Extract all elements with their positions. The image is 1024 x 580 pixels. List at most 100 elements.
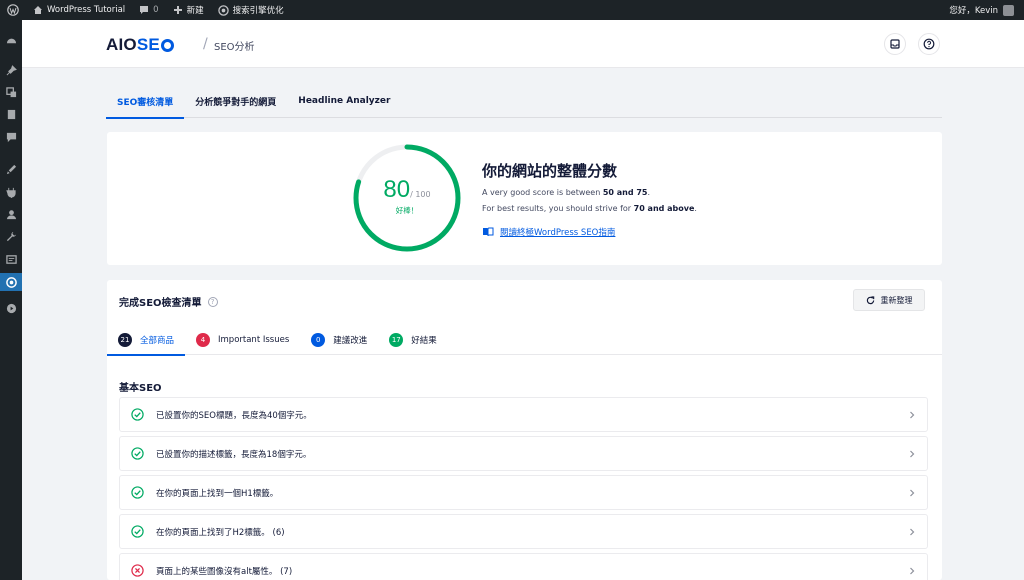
book-icon (483, 227, 494, 237)
help-button[interactable] (918, 33, 940, 55)
chevron-right-icon (910, 450, 915, 457)
aioseo-logo[interactable]: AIO SE (106, 35, 174, 55)
score-title: 你的網站的整體分數 (482, 162, 618, 180)
pages-icon (7, 109, 15, 119)
chevron-right-icon (910, 489, 915, 496)
media-menu-item[interactable] (0, 83, 22, 101)
settings-icon (5, 254, 17, 264)
comments-link[interactable]: 0 (132, 0, 165, 20)
filter-count-badge: 0 (311, 332, 326, 347)
filter-label: 好結果 (411, 335, 437, 346)
avatar (1003, 4, 1014, 16)
filter-all-items[interactable]: 21 全部商品 (107, 324, 186, 356)
seo-guide-link[interactable]: 閱讀終極WordPress SEO指南 (482, 226, 615, 238)
notifications-button[interactable] (884, 33, 906, 55)
seo-checklist-card: 完成SEO檢查清單 ? 重新整理 21 全部商品 4 Important Iss… (107, 280, 942, 580)
score-range-suffix: . (647, 188, 651, 197)
filter-label: 全部商品 (140, 335, 175, 346)
logo-seo-text: SE (137, 35, 174, 55)
basic-seo-section-title: 基本SEO (119, 383, 162, 394)
refresh-button[interactable]: 重新整理 (853, 289, 925, 311)
collapse-menu-item[interactable] (0, 299, 22, 317)
checklist-item-text: 在你的頁面上找到了H2標籤。 (6) (156, 527, 285, 538)
wrench-icon (6, 231, 16, 241)
filter-label: Important Issues (218, 334, 290, 345)
check-circle-icon (131, 447, 144, 460)
tab-seo-audit-checklist[interactable]: SEO審核清單 (106, 84, 185, 119)
checklist-item-text: 在你的頁面上找到一個H1標籤。 (156, 488, 279, 499)
chevron-right-icon (910, 567, 915, 574)
filter-important-issues[interactable]: 4 Important Issues (185, 324, 300, 355)
plus-icon (173, 6, 182, 14)
wp-admin-bar: WordPress Tutorial 0 新建 搜索引擎优化 您好，Kevin (0, 0, 1024, 20)
refresh-label: 重新整理 (880, 295, 913, 305)
comment-icon (140, 6, 149, 14)
error-circle-icon (131, 564, 144, 577)
wp-logo-menu[interactable] (0, 0, 26, 20)
filter-count-badge: 4 (196, 332, 211, 347)
chevron-right-icon (910, 411, 915, 418)
play-circle-icon (6, 303, 16, 313)
site-name: WordPress Tutorial (47, 5, 126, 15)
chevron-right-icon (910, 528, 915, 535)
seo-guide-link-text: 閱讀終極WordPress SEO指南 (500, 228, 616, 238)
posts-menu-item[interactable] (0, 61, 22, 79)
filter-good-results[interactable]: 17 好結果 (378, 324, 448, 355)
dashboard-menu-item[interactable] (0, 31, 22, 49)
tools-menu-item[interactable] (0, 227, 22, 245)
seo-menu-link[interactable]: 搜索引擎优化 (211, 0, 291, 20)
checklist-item[interactable]: 頁面上的某些圖像沒有alt屬性。 (7) (119, 553, 928, 580)
score-range-bold: 50 and 75 (602, 188, 648, 197)
account-menu[interactable]: 您好，Kevin (942, 0, 1024, 20)
home-icon (34, 6, 42, 14)
tab-analyze-competitor[interactable]: 分析競爭對手的網頁 (184, 84, 287, 118)
score-readout: 80/ 100 好棒！ (351, 176, 463, 216)
new-label: 新建 (186, 6, 204, 16)
filter-count-badge: 17 (389, 332, 404, 347)
score-range-prefix: A very good score is between (482, 188, 603, 197)
checklist-item-text: 已設置你的SEO標題，長度為40個字元。 (156, 410, 312, 421)
help-icon (923, 38, 935, 50)
score-target-bold: 70 and above (633, 204, 695, 213)
user-icon (6, 209, 16, 219)
logo-seo-letters: SE (136, 35, 160, 54)
dashboard-icon (6, 38, 16, 43)
header-separator: / (203, 36, 208, 52)
check-circle-icon (131, 408, 144, 421)
comments-count: 0 (153, 5, 159, 15)
comments-menu-item[interactable] (0, 128, 22, 146)
tab-headline-analyzer[interactable]: Headline Analyzer (287, 84, 401, 118)
page-title: SEO分析 (214, 42, 255, 53)
refresh-icon (866, 295, 874, 304)
comments-icon (6, 132, 16, 142)
pin-icon (6, 64, 17, 75)
plugins-menu-item[interactable] (0, 183, 22, 201)
score-range-text: A very good score is between 50 and 75. (482, 188, 650, 197)
checklist-item[interactable]: 已設置你的描述標籤，長度為18個字元。 (119, 436, 928, 471)
pages-menu-item[interactable] (0, 105, 22, 123)
appearance-menu-item[interactable] (0, 160, 22, 178)
checklist-item[interactable]: 在你的頁面上找到一個H1標籤。 (119, 475, 928, 510)
logo-gear-icon (160, 38, 174, 52)
filter-recommended-improvements[interactable]: 0 建議改進 (300, 324, 378, 355)
score-target-text: For best results, you should strive for … (482, 204, 697, 213)
aioseo-icon (5, 276, 17, 288)
question-icon[interactable]: ? (207, 296, 218, 307)
media-icon (5, 86, 16, 97)
settings-menu-item[interactable] (0, 250, 22, 268)
aioseo-header: AIO SE / SEO分析 (22, 20, 1024, 68)
score-target-prefix: For best results, you should strive for (482, 204, 634, 213)
wordpress-logo-icon (7, 4, 19, 16)
brush-icon (6, 164, 16, 174)
checklist-filter-tabs: 21 全部商品 4 Important Issues 0 建議改進 17 好結果 (107, 324, 942, 356)
checklist-item[interactable]: 已設置你的SEO標題，長度為40個字元。 (119, 397, 928, 432)
site-name-link[interactable]: WordPress Tutorial (26, 0, 132, 20)
greeting: 您好，Kevin (949, 6, 998, 16)
users-menu-item[interactable] (0, 205, 22, 223)
new-content-link[interactable]: 新建 (166, 0, 211, 20)
score-value: 80 (383, 176, 411, 203)
seo-analysis-tabs: SEO審核清單 分析競爭對手的網頁 Headline Analyzer (106, 84, 942, 119)
checklist-header: 完成SEO檢查清單 ? (119, 294, 218, 309)
checklist-item[interactable]: 在你的頁面上找到了H2標籤。 (6) (119, 514, 928, 549)
aioseo-menu-item[interactable] (0, 273, 22, 291)
